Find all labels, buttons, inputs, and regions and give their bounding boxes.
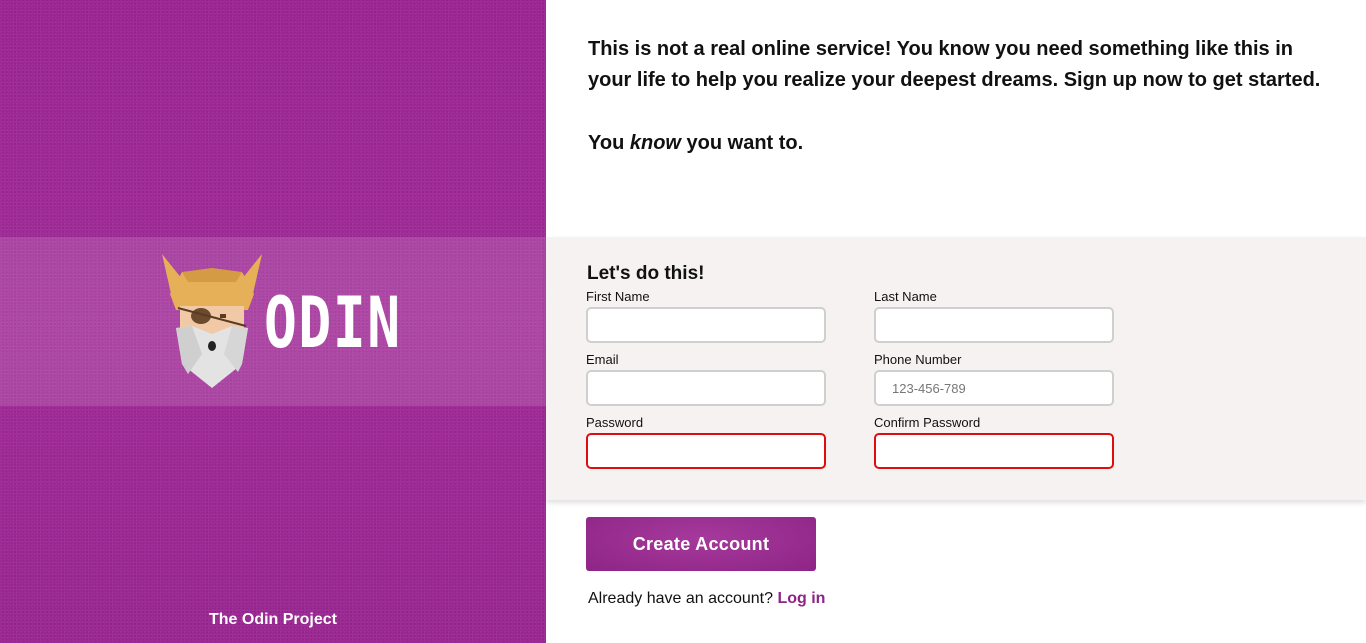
password-group: Password <box>586 415 826 469</box>
tagline-before: You <box>588 132 630 154</box>
form-heading: Let's do this! <box>587 263 705 284</box>
brand-panel: ODIN The Odin Project <box>0 0 546 643</box>
login-prompt: Already have an account? Log in <box>588 590 825 608</box>
tagline-emphasis: know <box>629 132 681 154</box>
password-label: Password <box>586 415 644 430</box>
email-input[interactable] <box>586 370 826 406</box>
logo-wordmark: ODIN <box>264 282 402 364</box>
last-name-group: Last Name <box>874 289 1114 343</box>
tagline-after: you want to. <box>680 132 804 154</box>
first-name-group: First Name <box>586 289 826 343</box>
odin-logo: ODIN <box>162 254 400 390</box>
phone-group: Phone Number <box>874 352 1114 406</box>
last-name-label: Last Name <box>874 289 937 304</box>
signup-form: Let's do this! First Name Last Name Emai… <box>546 237 1366 500</box>
confirm-password-label: Confirm Password <box>874 415 981 430</box>
odin-viking-icon <box>162 254 262 388</box>
login-prompt-text: Already have an account? <box>588 590 778 607</box>
confirm-password-group: Confirm Password <box>874 415 1114 469</box>
email-group: Email <box>586 352 826 406</box>
email-label: Email <box>586 352 619 367</box>
first-name-label: First Name <box>586 289 650 304</box>
footer-brand-text: The Odin Project <box>208 611 337 628</box>
last-name-input[interactable] <box>874 307 1114 343</box>
phone-input[interactable] <box>874 370 1114 406</box>
confirm-password-input[interactable] <box>874 433 1114 469</box>
intro-text: This is not a real online service! You k… <box>588 34 1328 159</box>
first-name-input[interactable] <box>586 307 826 343</box>
intro-paragraph: This is not a real online service! You k… <box>588 38 1321 91</box>
create-account-button[interactable]: Create Account <box>586 517 816 571</box>
password-input[interactable] <box>586 433 826 469</box>
phone-label: Phone Number <box>874 352 962 367</box>
login-link[interactable]: Log in <box>777 590 825 607</box>
intro-tagline: You know you want to. <box>588 128 1328 159</box>
